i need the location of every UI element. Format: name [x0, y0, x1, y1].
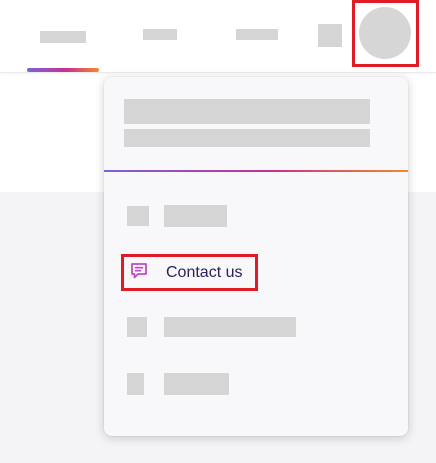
user-name-placeholder [124, 99, 370, 124]
nav-tab-1[interactable] [40, 31, 86, 43]
account-menu-button[interactable] [352, 0, 419, 67]
active-tab-indicator [27, 68, 99, 72]
nav-tab-2[interactable] [143, 29, 177, 40]
highlight-box [352, 0, 419, 67]
contact-us-menu-item[interactable]: Contact us [121, 254, 258, 291]
menu-item-3[interactable] [120, 307, 392, 347]
menu-item-4-icon [127, 373, 144, 395]
chat-bubble-icon [131, 263, 147, 279]
nav-tab-3[interactable] [236, 29, 278, 40]
menu-item-3-label [164, 317, 296, 337]
top-navigation-bar [0, 0, 436, 73]
menu-item-4[interactable] [120, 364, 392, 404]
nav-icon-button[interactable] [318, 24, 342, 47]
menu-item-1[interactable] [120, 196, 392, 236]
menu-item-1-label [164, 205, 227, 227]
menu-item-1-icon [127, 206, 149, 226]
user-email-placeholder [124, 129, 370, 147]
contact-us-label: Contact us [166, 264, 243, 281]
dropdown-divider [104, 170, 408, 172]
account-dropdown-menu: Contact us [104, 77, 408, 436]
menu-item-3-icon [127, 317, 147, 337]
menu-item-4-label [164, 373, 229, 395]
